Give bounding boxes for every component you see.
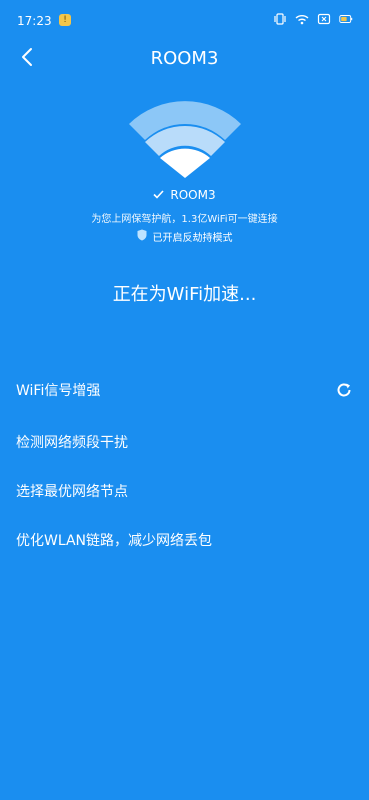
nav-bar: ROOM3 <box>0 40 369 76</box>
task-label: 优化WLAN链路，减少网络丢包 <box>16 533 213 549</box>
task-label: WiFi信号增强 <box>16 383 101 399</box>
task-detect-interference: 检测网络频段干扰 <box>16 430 353 454</box>
vibrate-icon <box>273 12 287 26</box>
loading-spinner-icon <box>335 381 353 399</box>
task-label: 检测网络频段干扰 <box>16 435 128 451</box>
status-bar: 17:23 ! <box>0 0 369 40</box>
network-ssid-row: ROOM3 <box>0 188 369 202</box>
status-time: 17:23 <box>17 14 52 28</box>
acceleration-status: 正在为WiFi加速... <box>112 284 257 305</box>
check-icon <box>153 188 164 202</box>
network-ssid: ROOM3 <box>170 188 216 202</box>
wifi-illustration <box>0 98 369 182</box>
protection-status: 已开启反劫持模式 <box>152 233 233 244</box>
protection-row: 已开启反劫持模式 <box>0 229 369 244</box>
shield-icon <box>137 229 147 244</box>
task-label: 选择最优网络节点 <box>16 484 128 500</box>
wifi-signal-icon <box>295 12 309 26</box>
system-icons <box>273 12 353 26</box>
wifi-large-icon <box>127 98 243 182</box>
notification-badge: ! <box>59 14 71 26</box>
task-select-node: 选择最优网络节点 <box>16 479 353 503</box>
task-wifi-signal-boost: WiFi信号增强 <box>16 378 353 402</box>
connect-subtitle: 为您上网保驾护航，1.3亿WiFi可一键连接 <box>91 214 278 225</box>
screen-record-icon <box>317 12 331 26</box>
task-optimize-wlan: 优化WLAN链路，减少网络丢包 <box>16 528 353 552</box>
page-title: ROOM3 <box>150 48 219 69</box>
battery-icon <box>339 12 353 26</box>
